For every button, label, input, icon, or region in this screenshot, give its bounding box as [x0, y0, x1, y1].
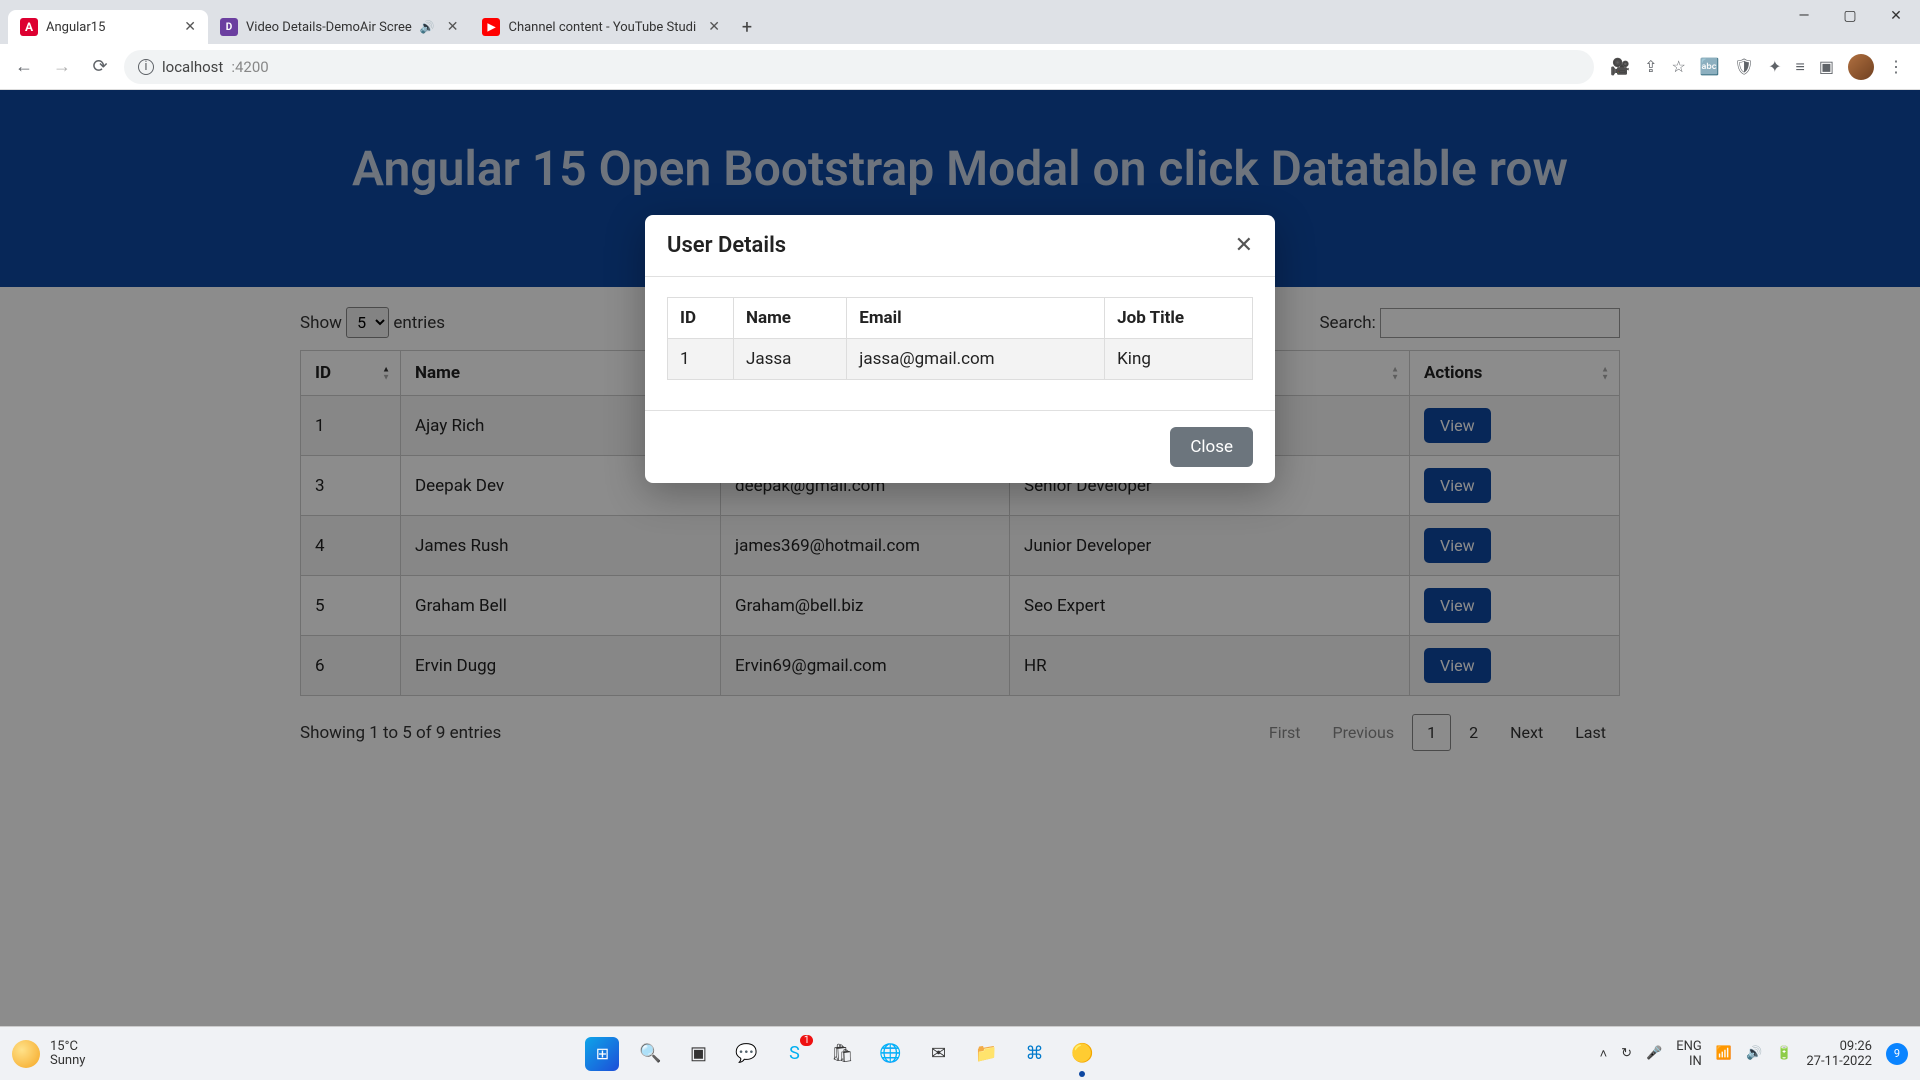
new-tab-button[interactable]: +	[732, 11, 762, 44]
modal-cell-job: King	[1105, 339, 1253, 380]
modal-cell-name: Jassa	[733, 339, 846, 380]
weather-desc: Sunny	[50, 1054, 85, 1068]
window-maximize-button[interactable]: ▢	[1828, 0, 1872, 32]
search-button[interactable]: 🔍	[633, 1037, 667, 1071]
chevron-up-icon[interactable]: ˄	[1600, 1046, 1608, 1062]
extension-translate-icon[interactable]: 🔤	[1700, 57, 1720, 76]
camera-icon[interactable]: 🎥	[1610, 57, 1630, 76]
skype-icon[interactable]: S1	[777, 1037, 811, 1071]
reload-button[interactable]: ⟳	[86, 53, 114, 81]
notification-count-badge[interactable]: 9	[1886, 1043, 1908, 1065]
reading-list-icon[interactable]: ≡	[1796, 57, 1805, 77]
modal-title: User Details	[667, 233, 786, 258]
modal-close-button[interactable]: Close	[1170, 427, 1253, 467]
modal-cell-email: jassa@gmail.com	[847, 339, 1105, 380]
weather-temp: 15°C	[50, 1040, 85, 1054]
mail-icon[interactable]: ✉	[921, 1037, 955, 1071]
vscode-icon[interactable]: ⌘	[1017, 1037, 1051, 1071]
tab-close-icon[interactable]: ✕	[184, 19, 196, 35]
language-indicator[interactable]: ENG IN	[1676, 1039, 1702, 1069]
share-icon[interactable]: ⇪	[1644, 57, 1657, 76]
mic-icon[interactable]: 🎤	[1646, 1046, 1662, 1061]
system-tray: ˄ ↻ 🎤 ENG IN 📶 🔊 🔋 09:26 27-11-2022 9	[1600, 1039, 1908, 1069]
user-details-modal: User Details ✕ ID Name Email Job Title 1…	[645, 215, 1275, 483]
wifi-icon[interactable]: 📶	[1716, 1046, 1732, 1061]
shield-icon[interactable]: 🛡	[1734, 57, 1754, 76]
page-viewport: Angular 15 Open Bootstrap Modal on click…	[0, 90, 1920, 1026]
tab-title: Video Details-DemoAir Scree	[246, 20, 412, 35]
chrome-icon[interactable]: 🟡	[1065, 1037, 1099, 1071]
tab-strip: A Angular15 ✕ D Video Details-DemoAir Sc…	[0, 0, 1920, 44]
modal-col-name: Name	[733, 298, 846, 339]
battery-icon[interactable]: 🔋	[1776, 1046, 1792, 1061]
url-host: localhost	[162, 58, 223, 76]
start-button[interactable]: ⊞	[585, 1037, 619, 1071]
url-input[interactable]: i localhost :4200	[124, 50, 1594, 84]
url-port: :4200	[231, 58, 268, 76]
sync-icon[interactable]: ↻	[1621, 1046, 1632, 1061]
profile-avatar[interactable]	[1848, 54, 1874, 80]
demoair-icon: D	[220, 18, 238, 36]
browser-tab[interactable]: D Video Details-DemoAir Scree 🔊 ✕	[208, 10, 470, 44]
address-bar: ← → ⟳ i localhost :4200 🎥 ⇪ ☆ 🔤 🛡 ✦ ≡ ▣ ⋮	[0, 44, 1920, 90]
forward-button[interactable]: →	[48, 53, 76, 81]
volume-icon[interactable]: 🔊	[1746, 1046, 1762, 1061]
window-minimize-button[interactable]: —	[1782, 0, 1826, 32]
windows-taskbar: 15°C Sunny ⊞ 🔍 ▣ 💬 S1 🛍 🌐 ✉ 📁 ⌘ 🟡 ˄ ↻ 🎤 …	[0, 1026, 1920, 1080]
clock[interactable]: 09:26 27-11-2022	[1806, 1039, 1872, 1069]
tab-title: Channel content - YouTube Studi	[508, 20, 696, 35]
back-button[interactable]: ←	[10, 53, 38, 81]
taskbar-weather[interactable]: 15°C Sunny	[12, 1040, 85, 1068]
sun-icon	[12, 1040, 40, 1068]
youtube-icon: ▶	[482, 18, 500, 36]
audio-icon[interactable]: 🔊	[420, 20, 435, 34]
bookmark-icon[interactable]: ☆	[1672, 57, 1686, 76]
kebab-menu-icon[interactable]: ⋮	[1888, 57, 1904, 76]
modal-col-job: Job Title	[1105, 298, 1253, 339]
extensions-icon[interactable]: ✦	[1768, 57, 1781, 76]
badge-count: 1	[800, 1035, 814, 1046]
browser-chrome: A Angular15 ✕ D Video Details-DemoAir Sc…	[0, 0, 1920, 90]
tab-close-icon[interactable]: ✕	[447, 19, 459, 35]
modal-col-id: ID	[668, 298, 734, 339]
edge-icon[interactable]: 🌐	[873, 1037, 907, 1071]
toolbar-right: 🎥 ⇪ ☆ 🔤 🛡 ✦ ≡ ▣ ⋮	[1604, 54, 1910, 80]
tab-close-icon[interactable]: ✕	[708, 19, 720, 35]
modal-cell-id: 1	[668, 339, 734, 380]
browser-tab[interactable]: A Angular15 ✕	[8, 10, 208, 44]
angular-icon: A	[20, 18, 38, 36]
user-detail-table: ID Name Email Job Title 1 Jassa jassa@gm…	[667, 297, 1253, 380]
store-icon[interactable]: 🛍	[825, 1037, 859, 1071]
taskbar-apps: ⊞ 🔍 ▣ 💬 S1 🛍 🌐 ✉ 📁 ⌘ 🟡	[585, 1037, 1099, 1071]
modal-col-email: Email	[847, 298, 1105, 339]
site-info-icon[interactable]: i	[138, 59, 154, 75]
tab-title: Angular15	[46, 20, 172, 35]
window-close-button[interactable]: ✕	[1874, 0, 1918, 32]
modal-table-row: 1 Jassa jassa@gmail.com King	[668, 339, 1253, 380]
browser-tab[interactable]: ▶ Channel content - YouTube Studi ✕	[470, 10, 731, 44]
chat-app-icon[interactable]: 💬	[729, 1037, 763, 1071]
side-panel-icon[interactable]: ▣	[1819, 57, 1834, 76]
explorer-icon[interactable]: 📁	[969, 1037, 1003, 1071]
modal-close-icon[interactable]: ✕	[1235, 233, 1253, 258]
task-view-button[interactable]: ▣	[681, 1037, 715, 1071]
